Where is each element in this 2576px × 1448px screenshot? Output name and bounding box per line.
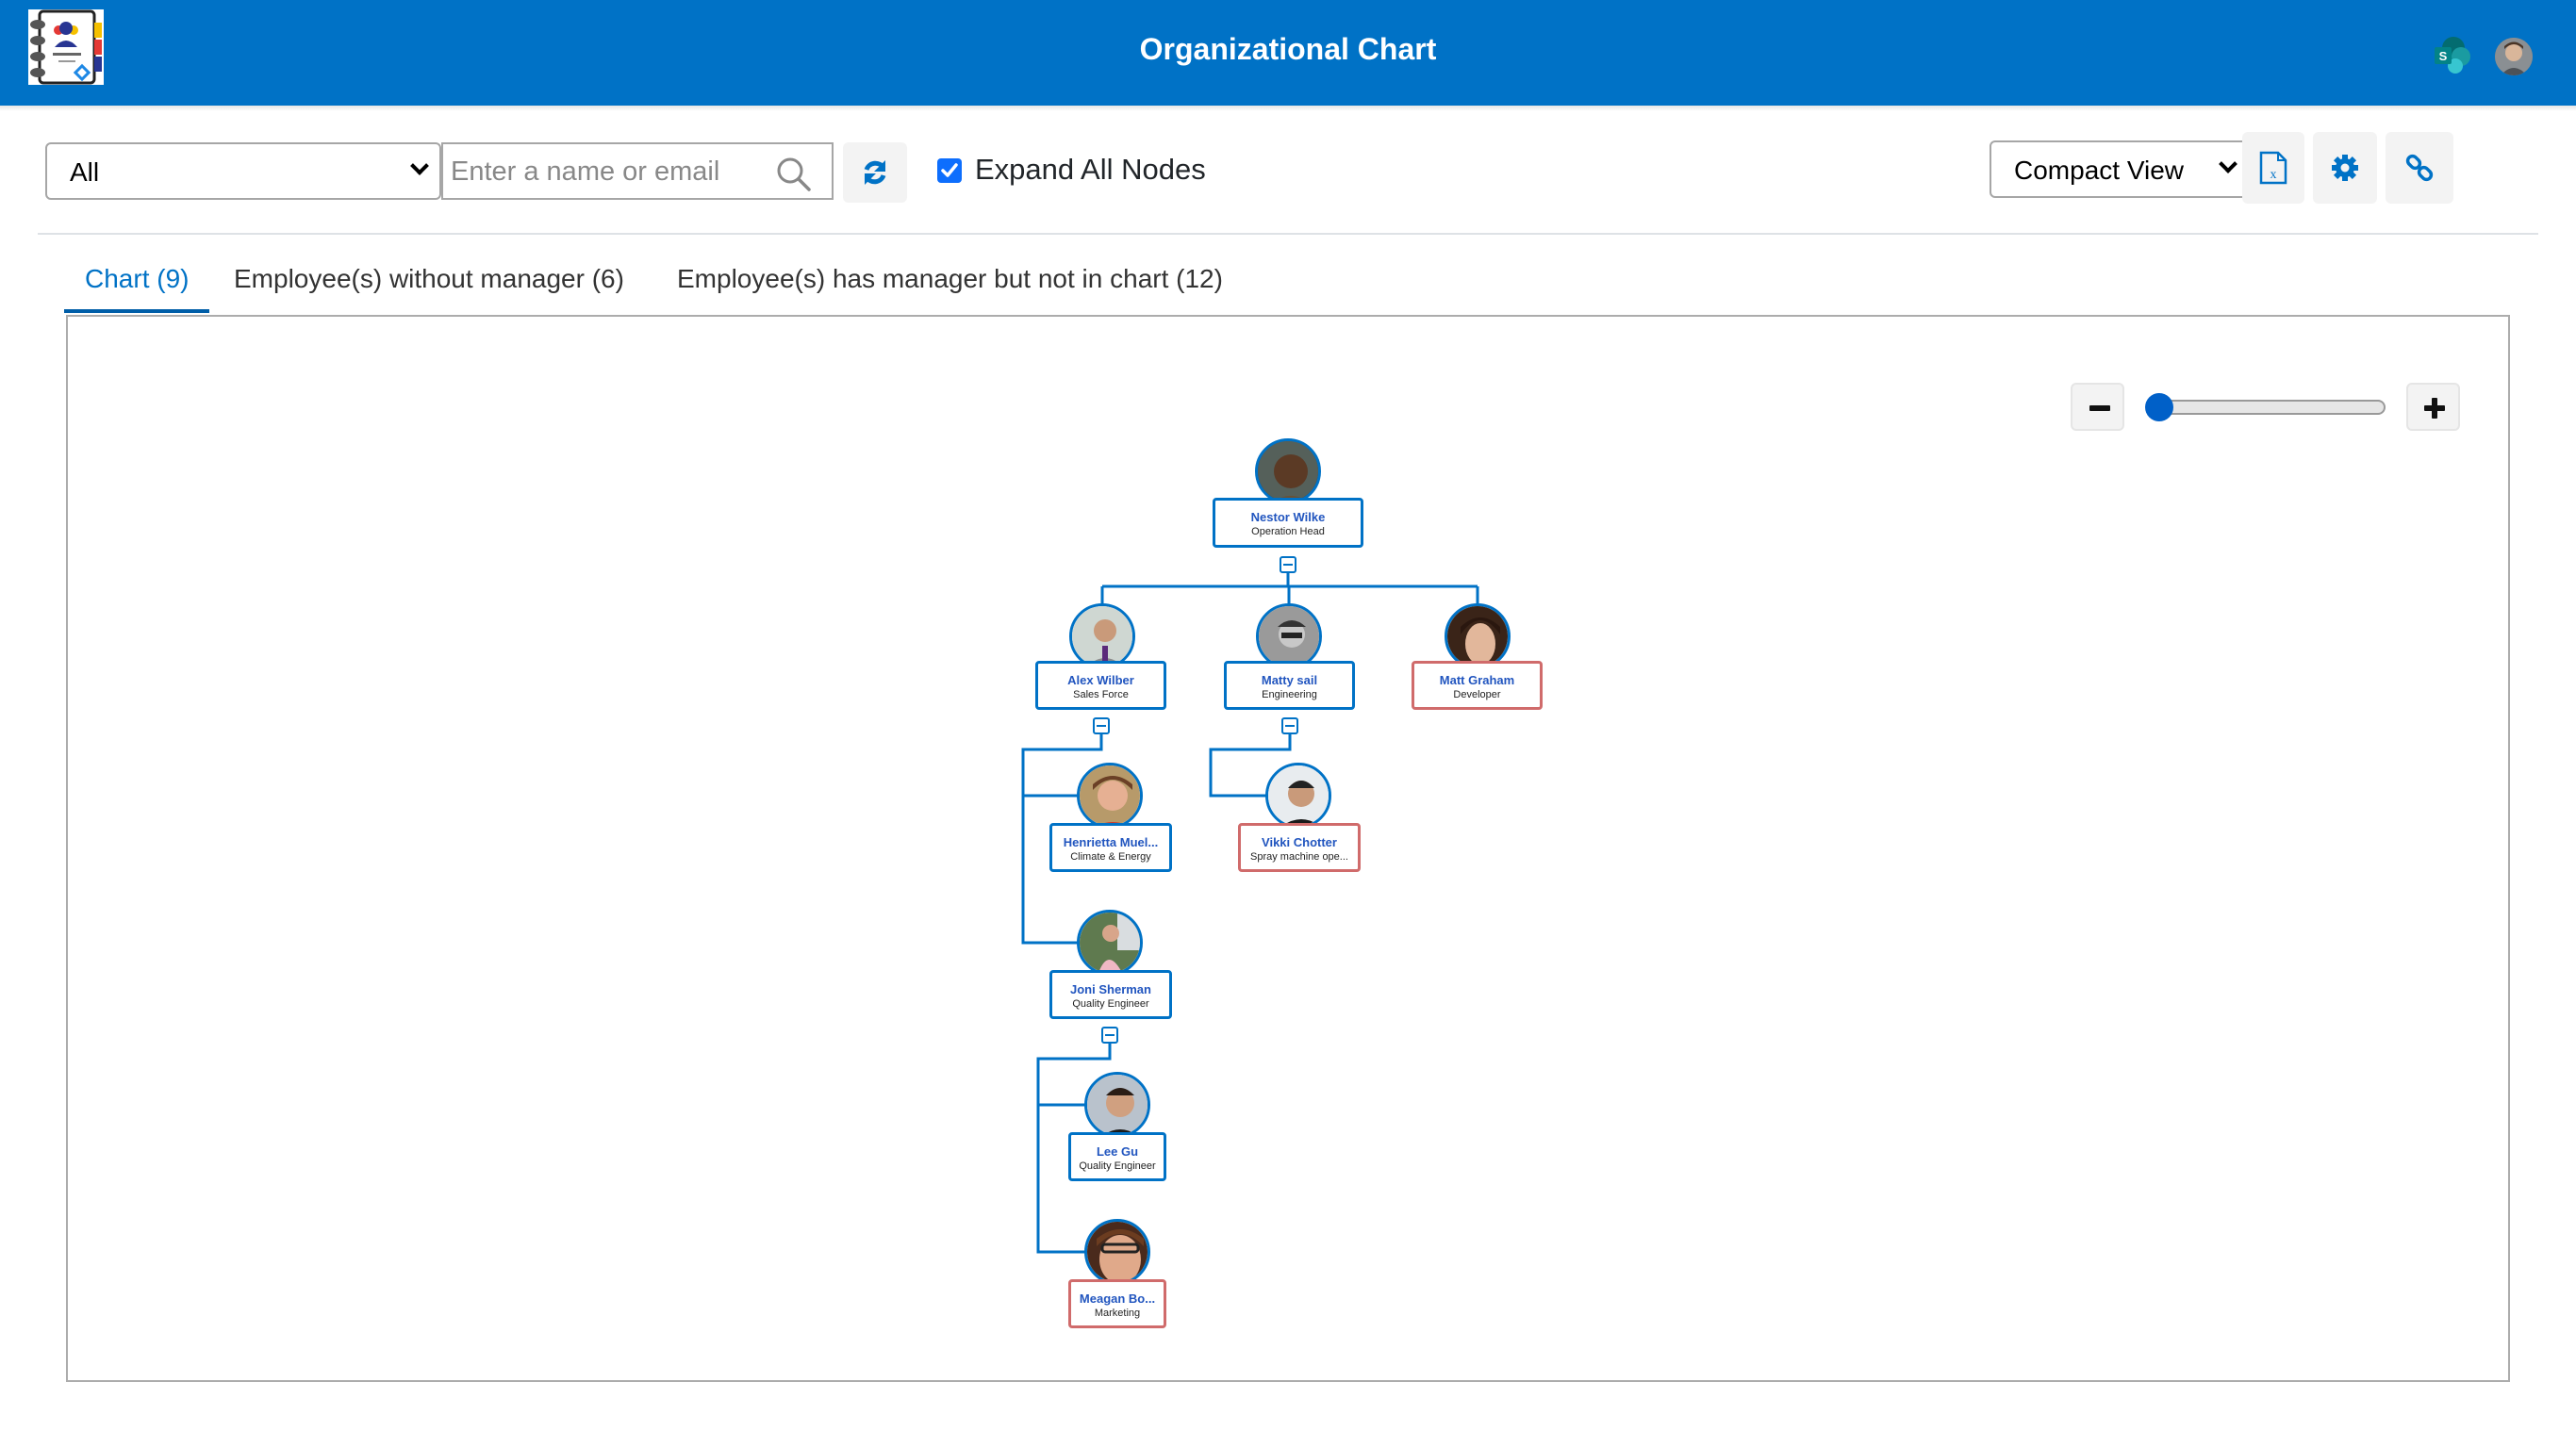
- user-avatar[interactable]: [2495, 38, 2533, 75]
- tab-chart[interactable]: Chart (9): [85, 264, 189, 294]
- org-node-nestor[interactable]: Nestor Wilke Operation Head: [1213, 498, 1363, 548]
- avatar-vikki[interactable]: [1265, 763, 1331, 829]
- sharepoint-icon[interactable]: S: [2433, 36, 2472, 75]
- view-mode-value: Compact View: [2014, 156, 2185, 185]
- org-node-vikki[interactable]: Vikki Chotter Spray machine ope...: [1238, 823, 1361, 872]
- settings-button[interactable]: [2313, 132, 2377, 204]
- search-input[interactable]: [451, 152, 762, 191]
- node-name: Matty sail: [1261, 673, 1318, 687]
- refresh-icon: [864, 160, 886, 185]
- filter-select-value: All: [70, 157, 100, 187]
- svg-text:S: S: [2439, 49, 2448, 63]
- node-name: Meagan Bo...: [1079, 1292, 1156, 1306]
- node-name: Alex Wilber: [1067, 673, 1134, 687]
- view-mode-select[interactable]: Compact View: [1990, 140, 2250, 198]
- tab-without-manager[interactable]: Employee(s) without manager (6): [234, 264, 624, 294]
- org-node-lee[interactable]: Lee Gu Quality Engineer: [1068, 1132, 1166, 1181]
- collapse-toggle-alex[interactable]: [1093, 717, 1110, 734]
- avatar-nestor[interactable]: [1255, 438, 1321, 504]
- zoom-slider[interactable]: [2148, 400, 2386, 415]
- node-title: Operation Head: [1251, 526, 1325, 537]
- search-field[interactable]: [441, 142, 834, 200]
- chevron-down-icon: [2219, 155, 2237, 173]
- app-title: Organizational Chart: [1139, 32, 1437, 66]
- app-header: Organizational Chart S: [0, 0, 2576, 106]
- chevron-down-icon: [410, 156, 429, 175]
- node-name: Vikki Chotter: [1262, 835, 1337, 849]
- refresh-button[interactable]: [843, 142, 907, 203]
- zoom-slider-thumb[interactable]: [2145, 393, 2173, 421]
- export-excel-button[interactable]: x: [2242, 132, 2304, 204]
- zoom-in-button[interactable]: [2406, 383, 2460, 431]
- expand-all-checkbox[interactable]: [937, 158, 962, 183]
- node-title: Climate & Energy: [1070, 851, 1151, 863]
- avatar-henrietta[interactable]: [1077, 763, 1143, 829]
- expand-all-label[interactable]: Expand All Nodes: [975, 153, 1206, 187]
- avatar-matty[interactable]: [1256, 603, 1322, 669]
- collapse-toggle-matty[interactable]: [1281, 717, 1298, 734]
- search-icon[interactable]: [775, 156, 813, 193]
- active-tab-indicator: [64, 309, 209, 313]
- org-node-joni[interactable]: Joni Sherman Quality Engineer: [1049, 970, 1172, 1019]
- node-title: Quality Engineer: [1079, 1160, 1156, 1172]
- node-name: Nestor Wilke: [1250, 510, 1326, 524]
- toolbar-divider: [38, 233, 2538, 235]
- avatar-matt-graham[interactable]: [1445, 603, 1511, 669]
- tab-manager-not-in-chart[interactable]: Employee(s) has manager but not in chart…: [677, 264, 1223, 294]
- avatar-meagan[interactable]: [1084, 1219, 1150, 1285]
- gear-icon: [2332, 155, 2358, 181]
- node-title: Sales Force: [1073, 689, 1129, 700]
- svg-text:x: x: [2271, 168, 2277, 182]
- org-node-alex[interactable]: Alex Wilber Sales Force: [1035, 661, 1166, 710]
- org-node-matt-graham[interactable]: Matt Graham Developer: [1412, 661, 1543, 710]
- node-title: Marketing: [1094, 1308, 1141, 1319]
- org-node-henrietta[interactable]: Henrietta Muel... Climate & Energy: [1049, 823, 1172, 872]
- checkmark-icon: [941, 163, 958, 177]
- node-title: Engineering: [1262, 689, 1317, 700]
- node-title: Spray machine ope...: [1250, 851, 1348, 863]
- node-title: Quality Engineer: [1072, 998, 1149, 1010]
- avatar-joni[interactable]: [1077, 910, 1143, 976]
- org-node-matty[interactable]: Matty sail Engineering: [1224, 661, 1355, 710]
- node-title: Developer: [1453, 689, 1501, 700]
- node-name: Matt Graham: [1439, 673, 1515, 687]
- avatar-lee[interactable]: [1084, 1072, 1150, 1138]
- collapse-toggle-nestor[interactable]: [1280, 556, 1296, 573]
- collapse-toggle-joni[interactable]: [1101, 1027, 1118, 1044]
- avatar-alex[interactable]: [1069, 603, 1135, 669]
- zoom-out-button[interactable]: [2071, 383, 2124, 431]
- header-shadow: [0, 106, 2576, 111]
- excel-file-icon: x: [2259, 151, 2287, 185]
- node-name: Henrietta Muel...: [1063, 835, 1159, 849]
- node-name: Joni Sherman: [1070, 982, 1151, 996]
- link-icon: [2405, 154, 2434, 182]
- node-name: Lee Gu: [1096, 1144, 1139, 1159]
- share-link-button[interactable]: [2386, 132, 2453, 204]
- filter-select[interactable]: All: [45, 142, 441, 200]
- org-node-meagan[interactable]: Meagan Bo... Marketing: [1068, 1279, 1166, 1328]
